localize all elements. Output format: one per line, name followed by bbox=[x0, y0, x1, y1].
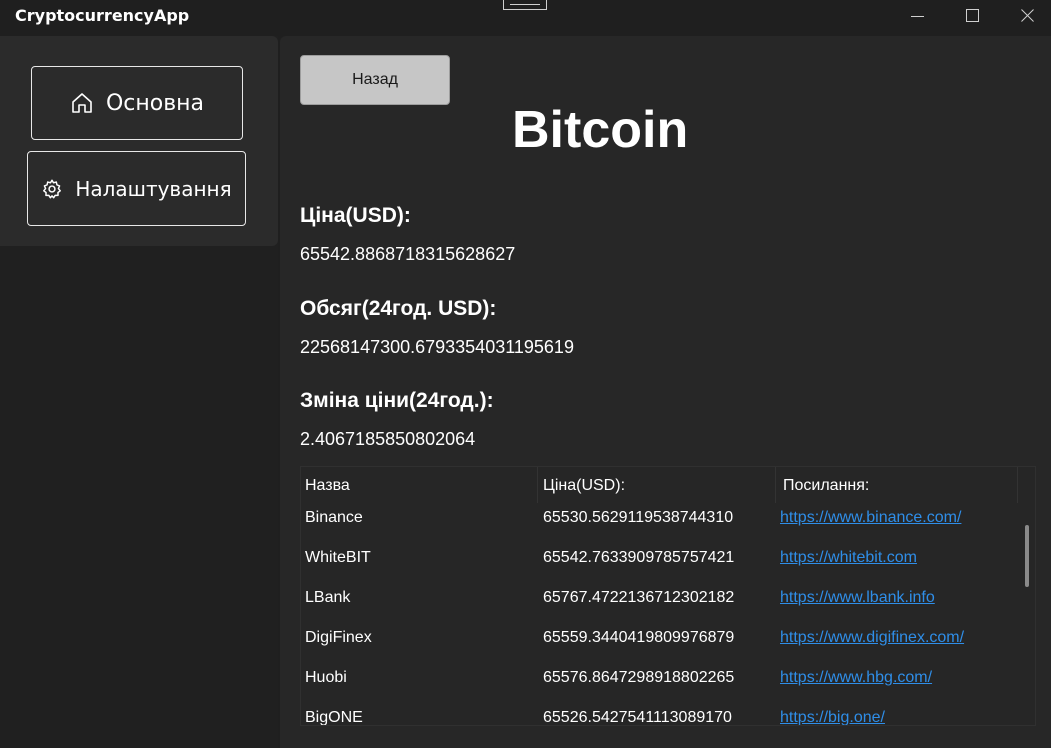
exchange-name: DigiFinex bbox=[305, 629, 372, 646]
exchange-name: LBank bbox=[305, 589, 351, 606]
gear-icon bbox=[43, 179, 62, 198]
nav-panel: Основна Налаштування bbox=[0, 36, 278, 246]
column-divider[interactable] bbox=[775, 467, 776, 503]
price-value: 65542.8868718315628627 bbox=[300, 244, 516, 264]
exchange-price: 65559.3440419809976879 bbox=[543, 629, 735, 646]
home-icon bbox=[72, 93, 92, 113]
exchange-price: 65526.5427541113089170 bbox=[543, 709, 732, 726]
table-row[interactable]: Binance 65530.5629119538744310 https://w… bbox=[301, 509, 1021, 549]
minimize-button[interactable] bbox=[908, 6, 928, 26]
exchange-price: 65542.7633909785757421 bbox=[543, 549, 735, 566]
price-label: Ціна(USD): bbox=[300, 204, 411, 227]
app-title: CryptocurrencyApp bbox=[15, 6, 190, 25]
exchange-link[interactable]: https://www.hbg.com/ bbox=[780, 669, 932, 687]
exchange-link[interactable]: https://www.binance.com/ bbox=[780, 509, 961, 527]
back-button[interactable]: Назад bbox=[300, 55, 450, 105]
exchange-link[interactable]: https://big.one/ bbox=[780, 709, 885, 725]
sidebar-item-label: Налаштування bbox=[75, 176, 232, 201]
exchange-price: 65530.5629119538744310 bbox=[543, 509, 734, 526]
title-bar: CryptocurrencyApp bbox=[0, 0, 1051, 34]
exchange-price: 65767.4722136712302182 bbox=[543, 589, 735, 606]
change-value: 2.4067185850802064 bbox=[300, 429, 476, 449]
change-label: Зміна ціни(24год.): bbox=[300, 389, 494, 412]
exchange-name: Binance bbox=[305, 509, 363, 526]
column-divider[interactable] bbox=[537, 467, 538, 503]
exchange-link[interactable]: https://www.digifinex.com/ bbox=[780, 629, 964, 647]
exchange-name: Huobi bbox=[305, 669, 347, 686]
table-header: Назва Ціна(USD): Посилання: bbox=[301, 467, 1035, 503]
column-header-link[interactable]: Посилання: bbox=[783, 477, 869, 495]
volume-label: Обсяг(24год. USD): bbox=[300, 297, 497, 320]
page-title: Bitcoin bbox=[512, 101, 689, 159]
maximize-button[interactable] bbox=[963, 6, 983, 26]
exchange-link[interactable]: https://whitebit.com bbox=[780, 549, 917, 567]
exchange-name: WhiteBIT bbox=[305, 549, 371, 566]
table-row[interactable]: LBank 65767.4722136712302182 https://www… bbox=[301, 589, 1021, 629]
table-row[interactable]: BigONE 65526.5427541113089170 https://bi… bbox=[301, 709, 1021, 726]
main-content: Назад Bitcoin Ціна(USD): 65542.886871831… bbox=[280, 36, 1051, 748]
exchange-table[interactable]: Назва Ціна(USD): Посилання: Binance 6553… bbox=[300, 466, 1036, 726]
scrollbar[interactable] bbox=[1025, 525, 1029, 587]
sidebar-item-home[interactable]: Основна bbox=[31, 66, 243, 140]
sidebar-item-label: Основна bbox=[105, 90, 205, 116]
exchange-link[interactable]: https://www.lbank.info bbox=[780, 589, 935, 607]
sidebar-item-settings[interactable]: Налаштування bbox=[27, 151, 246, 226]
column-header-name[interactable]: Назва bbox=[305, 477, 350, 495]
exchange-price: 65576.8647298918802265 bbox=[543, 669, 735, 686]
exchange-name: BigONE bbox=[305, 709, 363, 726]
drag-handle[interactable] bbox=[503, 0, 547, 10]
sidebar: Основна Налаштування bbox=[0, 36, 278, 748]
volume-value: 22568147300.6793354031195619 bbox=[300, 337, 574, 357]
column-divider[interactable] bbox=[1017, 467, 1018, 503]
close-button[interactable] bbox=[1018, 6, 1038, 26]
column-header-price[interactable]: Ціна(USD): bbox=[543, 477, 625, 495]
table-row[interactable]: DigiFinex 65559.3440419809976879 https:/… bbox=[301, 629, 1021, 669]
table-row[interactable]: WhiteBIT 65542.7633909785757421 https://… bbox=[301, 549, 1021, 589]
table-row[interactable]: Huobi 65576.8647298918802265 https://www… bbox=[301, 669, 1021, 709]
